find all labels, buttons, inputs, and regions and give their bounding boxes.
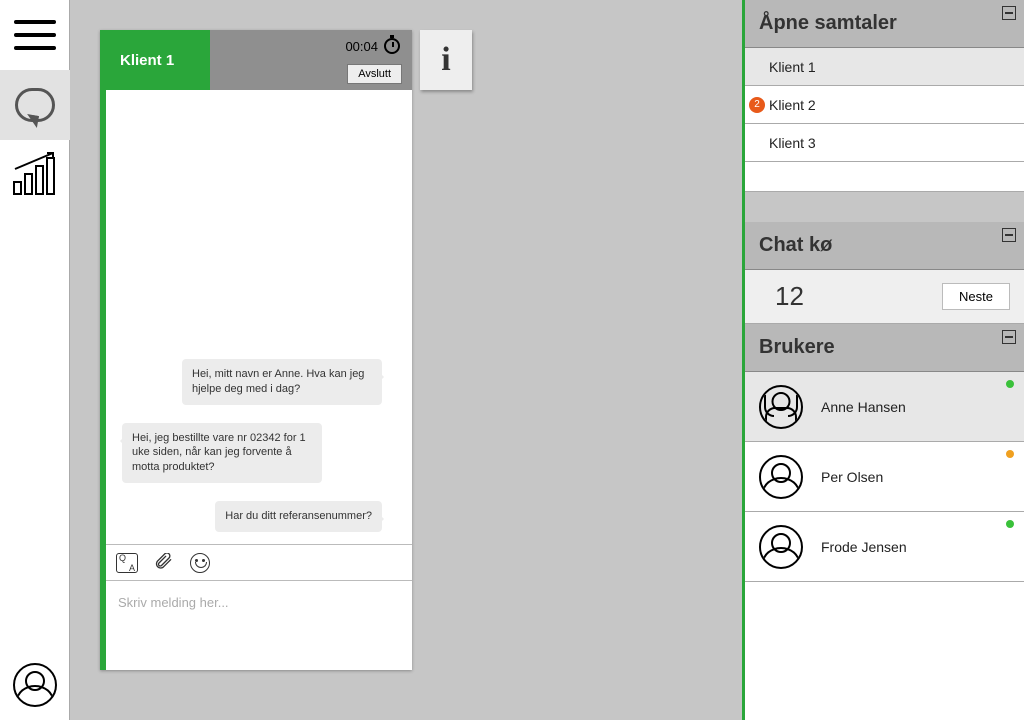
queue-next-button[interactable]: Neste	[942, 283, 1010, 310]
translate-button[interactable]	[116, 553, 138, 573]
stopwatch-icon	[384, 38, 400, 54]
user-avatar-icon	[759, 455, 803, 499]
open-conversations-list: Klient 1 2Klient 2 Klient 3	[745, 48, 1024, 162]
open-conversations-title: Åpne samtaler	[759, 12, 897, 35]
menu-button[interactable]	[0, 0, 70, 70]
user-item[interactable]: Anne Hansen	[745, 372, 1024, 442]
unread-badge: 2	[749, 97, 765, 113]
nav-stats[interactable]	[0, 140, 70, 210]
end-chat-button[interactable]: Avslutt	[347, 64, 402, 84]
message-agent: Har du ditt referansenummer?	[215, 501, 382, 532]
user-item[interactable]: Frode Jensen	[745, 512, 1024, 582]
workspace: Klient 1 00:04 Avslutt Hei, mitt navn er…	[70, 0, 742, 720]
conversation-item[interactable]: Klient 1	[745, 48, 1024, 86]
collapse-queue[interactable]	[1002, 228, 1016, 242]
right-panel: Åpne samtaler Klient 12Klient 2Klient 3 …	[742, 0, 1024, 720]
avatar-icon	[13, 663, 57, 707]
chat-meta: 00:04 Avslutt	[210, 30, 412, 90]
chat-icon	[15, 88, 55, 122]
status-indicator	[1006, 380, 1014, 388]
collapse-open-conversations[interactable]	[1002, 6, 1016, 20]
conversation-label: Klient 3	[769, 135, 816, 151]
open-conversations-header: Åpne samtaler	[745, 0, 1024, 48]
message-agent: Hei, mitt navn er Anne. Hva kan jeg hjel…	[182, 359, 382, 405]
chat-header: Klient 1 00:04 Avslutt	[106, 30, 412, 90]
emoji-button[interactable]	[190, 553, 210, 573]
conversation-item[interactable]: 2Klient 2	[745, 86, 1024, 124]
nav-chat[interactable]	[0, 70, 70, 140]
hamburger-icon	[14, 20, 56, 50]
conversation-item[interactable]: Klient 3	[745, 124, 1024, 162]
user-name: Per Olsen	[821, 469, 883, 485]
status-indicator	[1006, 450, 1014, 458]
conversation-label: Klient 2	[769, 97, 816, 113]
message-client: Hei, jeg bestillte vare nr 02342 for 1 u…	[122, 423, 322, 484]
users-title: Brukere	[759, 336, 835, 359]
chat-client-tab[interactable]: Klient 1	[106, 30, 210, 90]
users-list: Anne Hansen Per Olsen Frode Jensen	[745, 372, 1024, 582]
status-indicator	[1006, 520, 1014, 528]
compose-toolbar	[106, 544, 412, 580]
collapse-users[interactable]	[1002, 330, 1016, 344]
translate-icon	[116, 553, 138, 573]
paperclip-icon	[154, 553, 174, 573]
attach-button[interactable]	[154, 553, 174, 573]
chat-body: Hei, mitt navn er Anne. Hva kan jeg hjel…	[106, 90, 412, 544]
stats-icon	[13, 155, 57, 195]
users-header: Brukere	[745, 324, 1024, 372]
smile-icon	[190, 553, 210, 573]
user-name: Anne Hansen	[821, 399, 906, 415]
user-name: Frode Jensen	[821, 539, 907, 555]
chat-window: Klient 1 00:04 Avslutt Hei, mitt navn er…	[100, 30, 412, 670]
queue-header: Chat kø	[745, 222, 1024, 270]
user-item[interactable]: Per Olsen	[745, 442, 1024, 512]
queue-body: 12 Neste	[745, 270, 1024, 324]
user-avatar-icon	[759, 385, 803, 429]
chat-timer: 00:04	[345, 39, 378, 54]
conversation-label: Klient 1	[769, 59, 816, 75]
nav-profile[interactable]	[0, 650, 70, 720]
left-sidebar	[0, 0, 70, 720]
message-input[interactable]	[106, 581, 412, 670]
info-button[interactable]: i	[420, 30, 472, 90]
queue-title: Chat kø	[759, 234, 832, 257]
queue-count: 12	[775, 281, 804, 312]
user-avatar-icon	[759, 525, 803, 569]
